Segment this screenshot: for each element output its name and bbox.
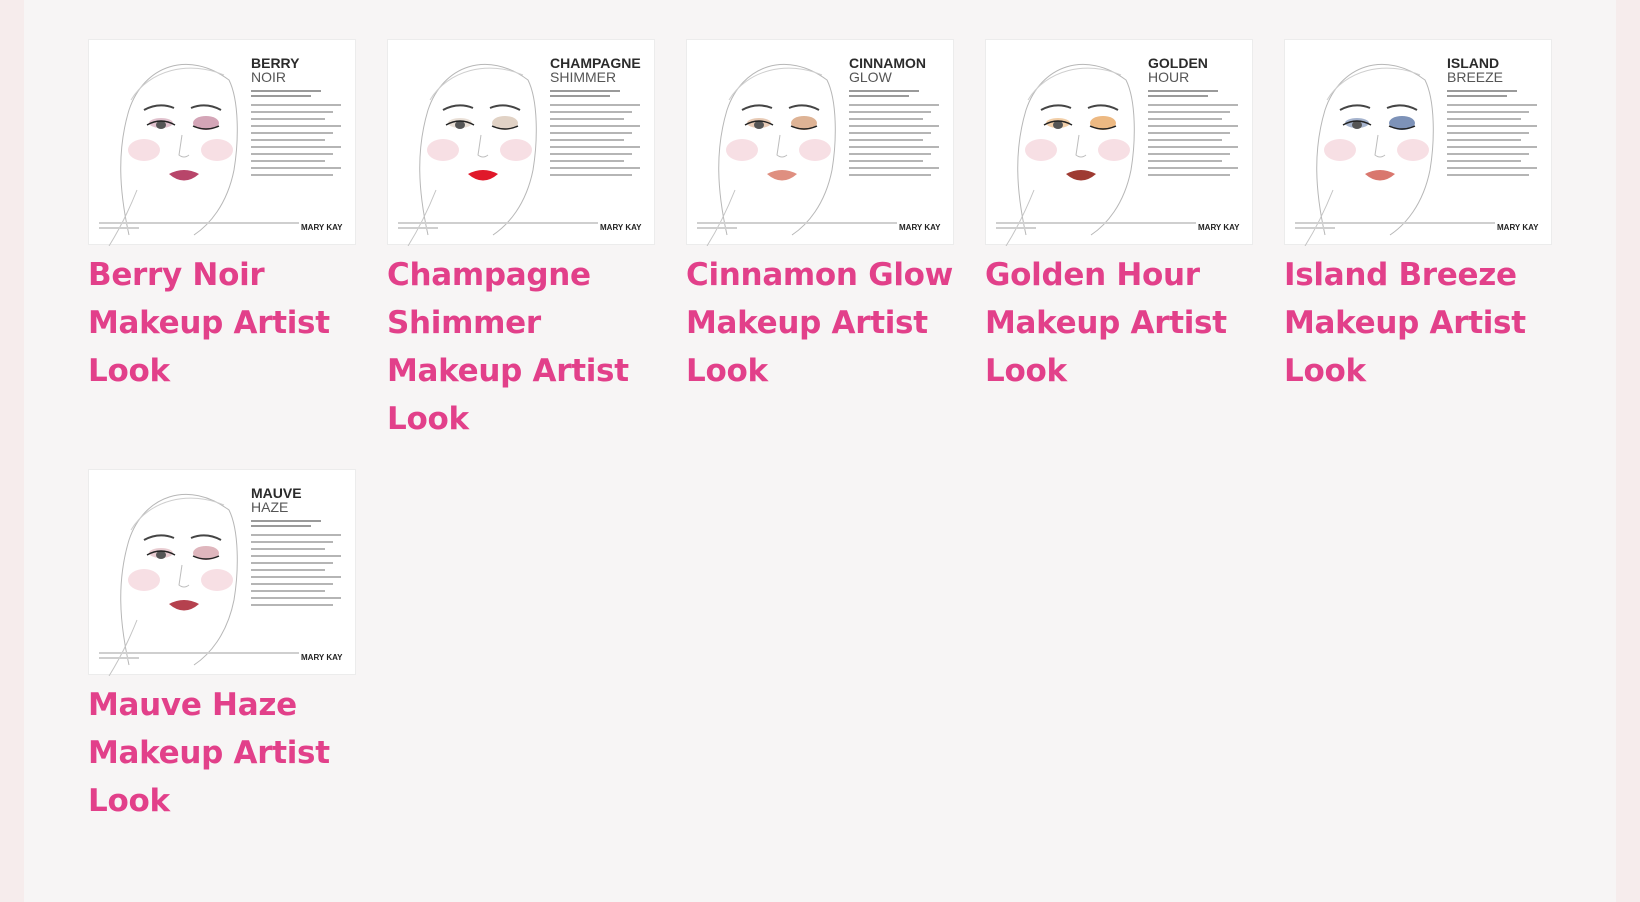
thumb-title-line2: HAZE: [251, 499, 288, 515]
look-card-golden-hour[interactable]: GOLDEN HOUR MARY KAY Golden Hour Makeup Art…: [985, 39, 1253, 395]
look-thumbnail[interactable]: BERRY NOIR MARY KAY: [88, 39, 356, 246]
look-title[interactable]: Mauve Haze Makeup Artist Look: [88, 681, 356, 825]
face-chart-image: BERRYNOIRMARY KAY: [99, 55, 343, 246]
look-thumbnail[interactable]: ISLAND BREEZE MARY KAY: [1284, 39, 1552, 246]
brand-logo-text: MARY KAY: [1198, 223, 1240, 232]
thumb-title-line2: NOIR: [251, 69, 286, 85]
look-card-champagne-shimmer[interactable]: CHAMPAGNE SHIMMER MARY KAY Champagne Shimme…: [387, 39, 655, 443]
look-title[interactable]: Island Breeze Makeup Artist Look: [1284, 251, 1552, 395]
thumb-title-line2: HOUR: [1148, 69, 1189, 85]
face-chart-image: CINNAMONGLOWMARY KAY: [697, 55, 941, 246]
brand-logo-text: MARY KAY: [301, 223, 343, 232]
brand-logo-text: MARY KAY: [899, 223, 941, 232]
look-card-island-breeze[interactable]: ISLAND BREEZE MARY KAY Island Breeze Makeup…: [1284, 39, 1552, 395]
brand-logo-text: MARY KAY: [301, 653, 343, 662]
thumb-title-line2: BREEZE: [1447, 69, 1503, 85]
brand-logo-text: MARY KAY: [600, 223, 642, 232]
thumb-title-line2: SHIMMER: [550, 69, 616, 85]
look-card-mauve-haze[interactable]: MAUVE HAZE MARY KAY Mauve Haze Makeup Artis…: [88, 469, 356, 825]
face-chart-image: MAUVEHAZEMARY KAY: [99, 485, 343, 676]
look-card-cinnamon-glow[interactable]: CINNAMON GLOW MARY KAY Cinnamon Glow Makeup…: [686, 39, 954, 395]
thumb-title-line2: GLOW: [849, 69, 893, 85]
brand-logo-text: MARY KAY: [1497, 223, 1539, 232]
look-title[interactable]: Berry Noir Makeup Artist Look: [88, 251, 356, 395]
look-title[interactable]: Champagne Shimmer Makeup Artist Look: [387, 251, 655, 443]
look-title[interactable]: Cinnamon Glow Makeup Artist Look: [686, 251, 954, 395]
look-thumbnail[interactable]: GOLDEN HOUR MARY KAY: [985, 39, 1253, 246]
look-thumbnail[interactable]: CHAMPAGNE SHIMMER MARY KAY: [387, 39, 655, 246]
face-chart-image: ISLANDBREEZEMARY KAY: [1295, 55, 1539, 246]
look-thumbnail[interactable]: MAUVE HAZE MARY KAY: [88, 469, 356, 676]
face-chart-image: GOLDENHOURMARY KAY: [996, 55, 1240, 246]
look-title[interactable]: Golden Hour Makeup Artist Look: [985, 251, 1253, 395]
look-card-berry-noir[interactable]: BERRY NOIR MARY KAY Berry Noir Makeup Artis…: [88, 39, 356, 395]
look-thumbnail[interactable]: CINNAMON GLOW MARY KAY: [686, 39, 954, 246]
face-chart-image: CHAMPAGNESHIMMERMARY KAY: [398, 55, 642, 246]
